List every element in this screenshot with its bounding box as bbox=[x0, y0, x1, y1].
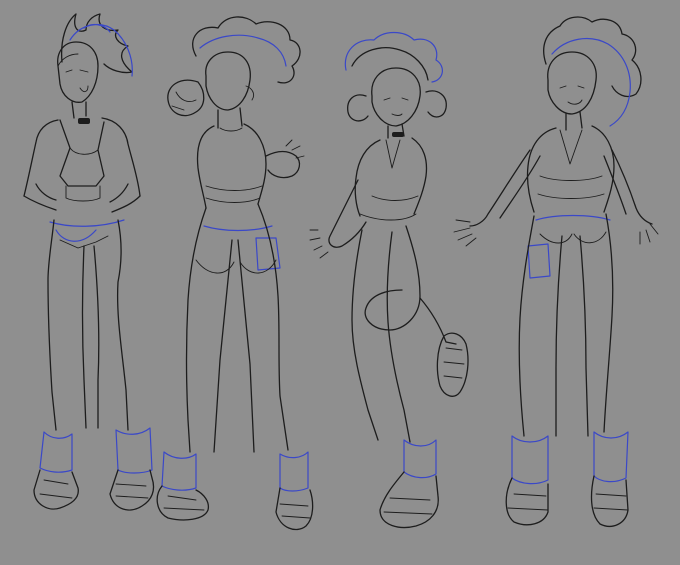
sketch-canvas bbox=[0, 0, 680, 565]
figure-2-back-pose bbox=[156, 16, 314, 531]
figure-4-front-pose bbox=[453, 16, 659, 527]
figure-1-front-pose bbox=[23, 13, 155, 511]
character-sketch-sheet bbox=[23, 13, 659, 531]
figure-3-side-pose bbox=[309, 31, 469, 529]
